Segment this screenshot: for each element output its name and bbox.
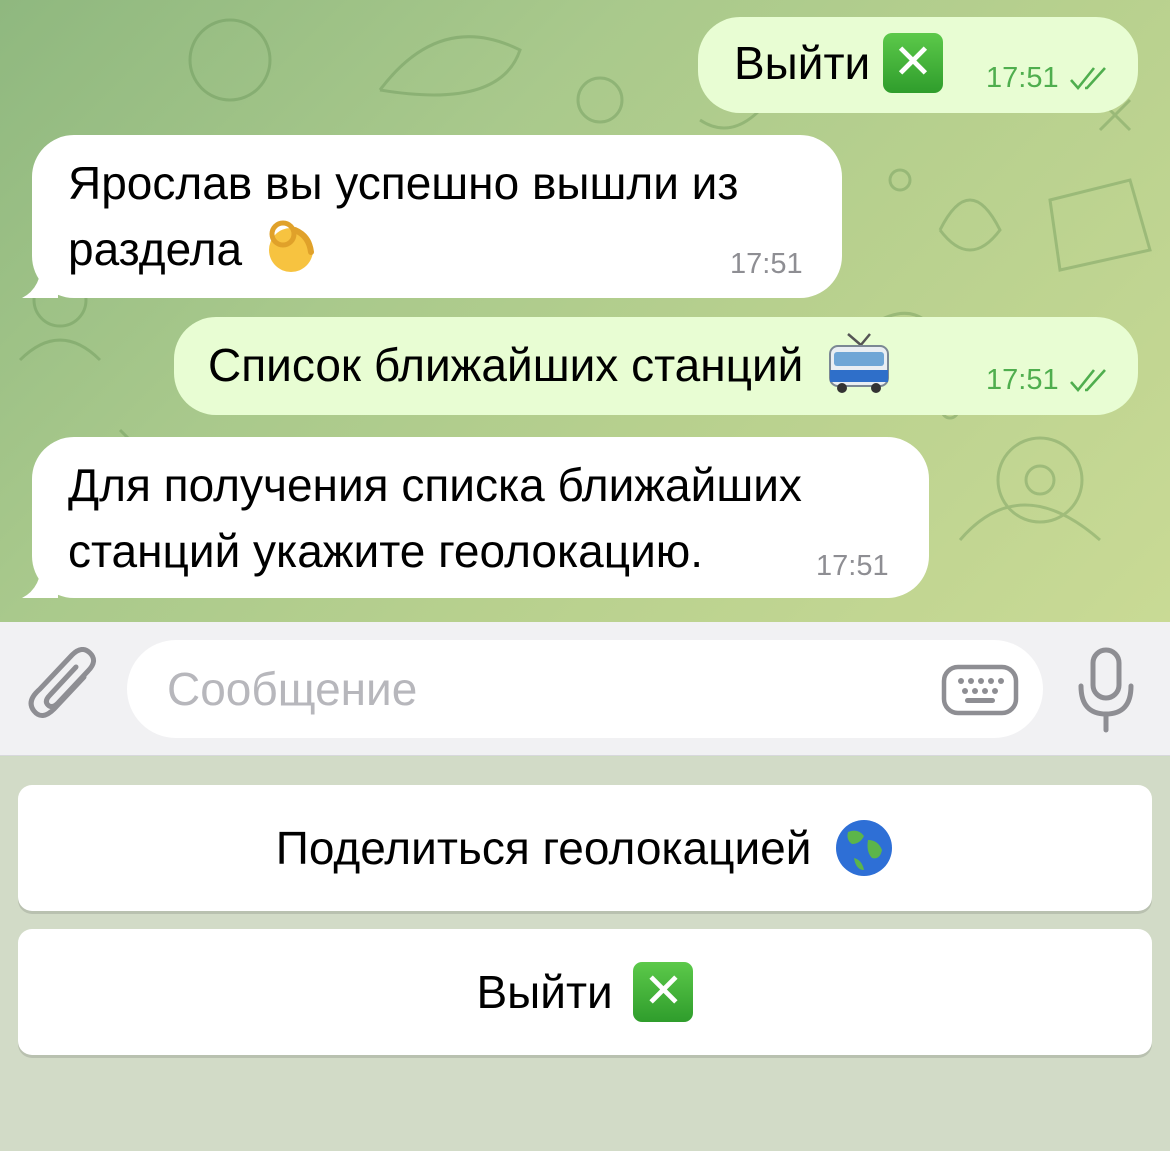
ok-hand-emoji-icon (268, 220, 314, 272)
message-time: 17:51 (730, 248, 803, 280)
message-input[interactable]: Сообщение (127, 640, 1043, 738)
trolleybus-emoji-icon (829, 332, 890, 393)
cross-mark-emoji-icon: ✕ (882, 32, 943, 93)
paperclip-icon[interactable] (28, 647, 100, 727)
message-time: 17:51 (986, 364, 1059, 396)
message-line: станций укажите геолокацию. (68, 525, 704, 577)
message-bubble-outgoing[interactable]: Выйти ✕ 17:51 (698, 17, 1138, 113)
message-line: Ярослав вы успешно вышли из (68, 157, 739, 209)
share-location-button[interactable]: Поделиться геолокацией (18, 785, 1152, 911)
reply-keyboard: Поделиться геолокацией Выйти ✕ (0, 757, 1170, 1151)
message-time: 17:51 (986, 62, 1059, 94)
message-line: Для получения списка ближайших (68, 459, 802, 511)
button-label: Поделиться геолокацией (275, 822, 812, 874)
exit-button[interactable]: Выйти ✕ (18, 929, 1152, 1055)
message-line: раздела (68, 223, 243, 275)
read-checkmarks-icon (1069, 67, 1106, 91)
button-label: Выйти (476, 966, 613, 1018)
keyboard-icon[interactable] (941, 664, 1019, 716)
read-checkmarks-icon (1069, 369, 1106, 393)
microphone-icon[interactable] (1075, 646, 1137, 734)
chat-area: Выйти ✕ 17:51 Ярослав вы успешно вышли и… (0, 0, 1170, 622)
message-bubble-incoming[interactable]: Ярослав вы успешно вышли из раздела 17:5… (32, 135, 842, 298)
globe-emoji-icon (836, 819, 893, 876)
message-text: Выйти (734, 37, 871, 89)
message-input-placeholder: Сообщение (167, 663, 418, 715)
cross-mark-emoji-icon: ✕ (633, 961, 694, 1022)
message-text: Список ближайших станций (208, 339, 804, 391)
message-bubble-outgoing[interactable]: Список ближайших станций 17:51 (174, 317, 1138, 415)
message-bubble-incoming[interactable]: Для получения списка ближайших станций у… (32, 437, 929, 598)
message-input-bar: Сообщение (0, 622, 1170, 756)
message-time: 17:51 (816, 550, 889, 582)
